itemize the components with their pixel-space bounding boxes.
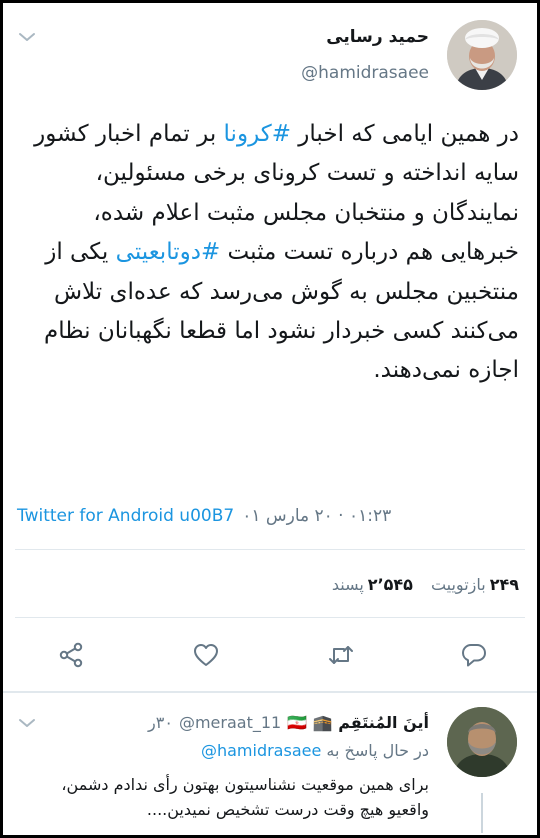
- reply-header: أینَ المُنتَقِم 🕋 🇮🇷 @meraat_11 ۳۰ر: [63, 709, 429, 735]
- reply-body: برای همین موقعیت نشناسیتون بهتون رأی ندا…: [61, 775, 429, 819]
- tweet-text-part: در همین ایامی که اخبار: [290, 121, 519, 147]
- avatar[interactable]: [447, 20, 517, 90]
- retweet-button[interactable]: [321, 635, 361, 675]
- reply-icon: [462, 644, 486, 667]
- tweet-meta: ۰۱:۲۳ · ۲۰ مارس ۰۱ Twitter for Android u…: [17, 506, 517, 532]
- likes-label: پسند: [331, 574, 364, 594]
- tweet-actions: [3, 635, 537, 675]
- reply-button[interactable]: [454, 635, 494, 675]
- display-name[interactable]: حمید رسایی: [326, 27, 429, 47]
- heart-icon: [194, 644, 218, 666]
- tweet-stats: ۲۴۹بازتوییت ۲٬۵۴۵پسند: [332, 572, 519, 596]
- reply-timestamp: ۳۰ر: [148, 712, 173, 732]
- tweet-source-link[interactable]: Twitter for Android u00B7: [17, 506, 234, 532]
- avatar[interactable]: [447, 707, 517, 777]
- retweets-label: بازتوییت: [430, 574, 486, 594]
- user-handle[interactable]: @hamidrasaee: [301, 63, 429, 83]
- main-tweet: حمید رسایی @hamidrasaee در همین ایامی که…: [3, 3, 537, 693]
- chevron-down-icon[interactable]: [17, 715, 37, 729]
- tweet-timestamp: ۰۱:۲۳ · ۲۰ مارس ۰۱: [242, 506, 392, 526]
- replying-to: در حال پاسخ به @hamidrasaee: [201, 741, 429, 760]
- retweet-icon: [329, 646, 353, 664]
- thread-line: [481, 793, 483, 833]
- divider: [15, 549, 525, 550]
- mention-link[interactable]: @hamidrasaee: [201, 741, 321, 760]
- retweets-stat[interactable]: ۲۴۹بازتوییت: [431, 575, 519, 594]
- likes-stat[interactable]: ۲٬۵۴۵پسند: [332, 575, 413, 594]
- user-handle[interactable]: @meraat_11: [179, 713, 281, 732]
- share-button[interactable]: [51, 635, 91, 675]
- reply-tweet[interactable]: أینَ المُنتَقِم 🕋 🇮🇷 @meraat_11 ۳۰ر در ح…: [3, 693, 537, 835]
- share-icon: [59, 642, 83, 668]
- retweets-count: ۲۴۹: [489, 574, 519, 594]
- hashtag-link[interactable]: #کرونا: [224, 121, 291, 147]
- divider: [15, 617, 525, 618]
- hashtag-link[interactable]: #دوتابعیتی: [116, 239, 221, 265]
- like-button[interactable]: [186, 635, 226, 675]
- chevron-down-icon[interactable]: [17, 29, 37, 43]
- avatar-portrait: [447, 20, 517, 90]
- replying-prefix: در حال پاسخ به: [326, 741, 429, 760]
- likes-count: ۲٬۵۴۵: [367, 574, 413, 594]
- tweet-body: در همین ایامی که اخبار #کرونا بر تمام اخ…: [19, 115, 519, 391]
- tweet-detail-screen: حمید رسایی @hamidrasaee در همین ایامی که…: [0, 0, 540, 838]
- display-name[interactable]: أینَ المُنتَقِم 🕋 🇮🇷: [287, 713, 429, 732]
- avatar-portrait: [447, 707, 517, 777]
